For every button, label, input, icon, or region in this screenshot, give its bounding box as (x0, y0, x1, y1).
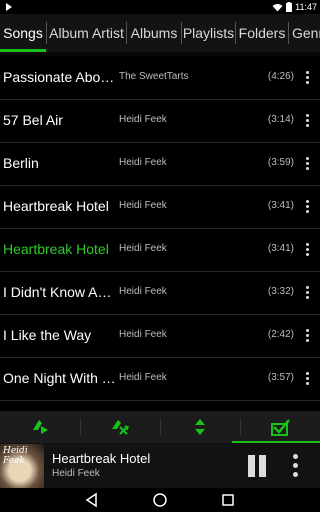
song-duration: (3:59) (267, 157, 294, 168)
song-artist: Heidi Feek (119, 114, 167, 125)
sort-icon (195, 419, 205, 435)
home-icon[interactable] (152, 492, 168, 508)
song-artist: Heidi Feek (119, 372, 167, 383)
now-playing-more-icon[interactable] (290, 453, 302, 479)
song-row[interactable]: 57 Bel Air Heidi Feek (3:14) (0, 100, 320, 143)
shuffle-all-icon (112, 420, 129, 435)
album-art-text: Heidi Feek (3, 446, 28, 466)
library-tab-bar: Songs Album Artist Albums Playlists Fold… (0, 14, 320, 52)
status-bar: 11:47 (0, 0, 320, 14)
now-playing-title: Heartbreak Hotel (52, 451, 151, 466)
now-playing-bar[interactable]: Heidi Feek Heartbreak Hotel Heidi Feek (0, 443, 320, 488)
song-duration: (3:14) (267, 114, 294, 125)
song-artist: Heidi Feek (119, 329, 167, 340)
song-duration: (2:42) (267, 329, 294, 340)
more-options-icon[interactable] (300, 196, 314, 218)
more-options-icon[interactable] (300, 239, 314, 261)
play-all-icon (33, 420, 48, 434)
song-duration: (3:41) (267, 200, 294, 211)
select-mode-button[interactable] (240, 411, 320, 443)
recents-icon[interactable] (220, 492, 236, 508)
sort-button[interactable] (160, 411, 240, 443)
app-notification-icon (6, 3, 12, 11)
song-title: Heartbreak Hotel (3, 198, 109, 214)
tab-songs[interactable]: Songs (0, 14, 46, 52)
song-artist: The SweetTarts (119, 71, 189, 82)
song-row[interactable]: I Like the Way Heidi Feek (2:42) (0, 315, 320, 358)
more-options-icon[interactable] (300, 153, 314, 175)
tab-genre[interactable]: Genre (289, 14, 320, 52)
wifi-icon (272, 3, 283, 11)
now-playing-artist: Heidi Feek (52, 468, 100, 479)
battery-icon (286, 2, 293, 12)
song-duration: (4:26) (267, 71, 294, 82)
song-row-now-playing[interactable]: Heartbreak Hotel Heidi Feek (3:41) (0, 229, 320, 272)
shuffle-all-button[interactable] (80, 411, 160, 443)
more-options-icon[interactable] (300, 282, 314, 304)
more-options-icon[interactable] (300, 110, 314, 132)
more-options-icon[interactable] (300, 67, 314, 89)
more-options-icon[interactable] (300, 325, 314, 347)
list-action-toolbar (0, 411, 320, 443)
song-title: I Like the Way (3, 327, 92, 343)
song-row[interactable]: Passionate About... The SweetTarts (4:26… (0, 57, 320, 100)
more-options-icon[interactable] (300, 368, 314, 390)
song-title: 57 Bel Air (3, 112, 63, 128)
pause-button[interactable] (246, 455, 268, 477)
song-artist: Heidi Feek (119, 200, 167, 211)
song-artist: Heidi Feek (119, 286, 167, 297)
system-nav-bar (0, 488, 320, 512)
song-artist: Heidi Feek (119, 157, 167, 168)
song-duration: (3:57) (267, 372, 294, 383)
song-row[interactable]: Berlin Heidi Feek (3:59) (0, 143, 320, 186)
song-duration: (3:32) (267, 286, 294, 297)
pause-icon (248, 455, 255, 477)
pause-icon (259, 455, 266, 477)
song-title: Berlin (3, 155, 39, 171)
back-icon[interactable] (84, 492, 100, 508)
song-list[interactable]: Passionate About... The SweetTarts (4:26… (0, 57, 320, 411)
tab-folders[interactable]: Folders (236, 14, 288, 52)
song-row[interactable]: I Didn't Know Abo... Heidi Feek (3:32) (0, 272, 320, 315)
album-art[interactable]: Heidi Feek (0, 444, 44, 488)
status-icons: 11:47 (272, 1, 317, 13)
song-title: Heartbreak Hotel (3, 241, 109, 257)
tab-album-artist[interactable]: Album Artist (47, 14, 126, 52)
song-title: I Didn't Know Abo... (3, 284, 116, 300)
tab-playlists[interactable]: Playlists (182, 14, 235, 52)
song-title: Passionate About... (3, 69, 116, 85)
song-row[interactable]: One Night With You Heidi Feek (3:57) (0, 358, 320, 401)
song-artist: Heidi Feek (119, 243, 167, 254)
play-all-button[interactable] (0, 411, 80, 443)
song-row[interactable]: Heartbreak Hotel Heidi Feek (3:41) (0, 186, 320, 229)
select-mode-icon (271, 419, 290, 436)
song-title: One Night With You (3, 370, 116, 386)
song-duration: (3:41) (267, 243, 294, 254)
status-time: 11:47 (295, 2, 317, 12)
tab-albums[interactable]: Albums (127, 14, 181, 52)
